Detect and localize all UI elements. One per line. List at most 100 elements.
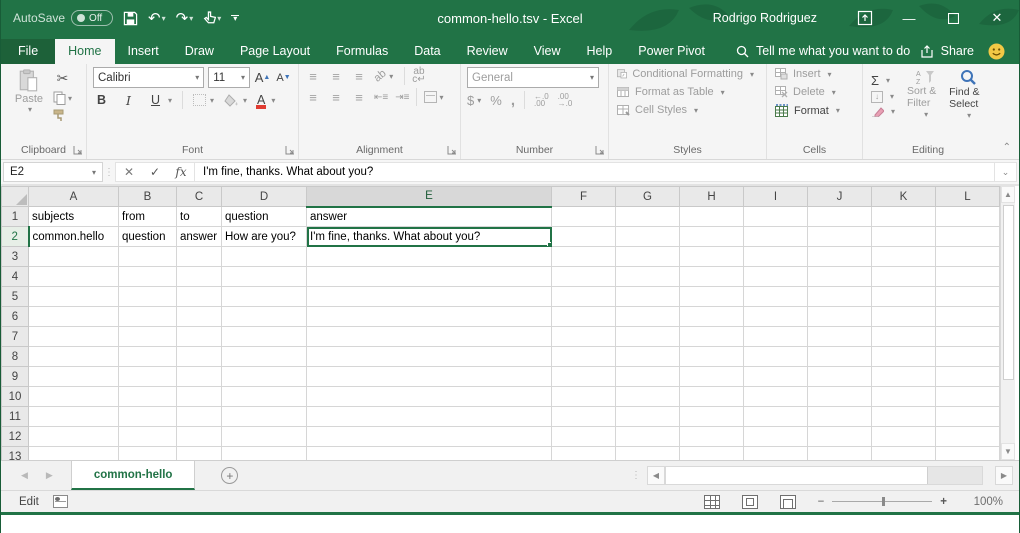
- format-cells-button[interactable]: Format▾: [775, 104, 850, 117]
- tab-insert[interactable]: Insert: [115, 39, 172, 64]
- cell-empty[interactable]: [307, 387, 552, 407]
- user-account-name[interactable]: Rodrigo Rodriguez: [713, 11, 817, 25]
- cell-empty[interactable]: [936, 207, 1000, 227]
- cell-empty[interactable]: [177, 387, 222, 407]
- cell-empty[interactable]: [744, 287, 808, 307]
- increase-indent-button[interactable]: ⇥≡: [395, 92, 409, 103]
- cell-empty[interactable]: [744, 247, 808, 267]
- cell-empty[interactable]: [808, 427, 872, 447]
- cell-empty[interactable]: [808, 387, 872, 407]
- cell-empty[interactable]: [680, 247, 744, 267]
- cell-empty[interactable]: [119, 267, 177, 287]
- cell-empty[interactable]: [552, 207, 616, 227]
- increase-font-size-button[interactable]: A▲: [254, 69, 271, 87]
- cell-empty[interactable]: [307, 367, 552, 387]
- row-header-2[interactable]: 2: [2, 227, 29, 247]
- zoom-percentage[interactable]: 100%: [969, 496, 1003, 508]
- macro-record-icon[interactable]: [53, 495, 68, 508]
- col-header-d[interactable]: D: [222, 187, 307, 207]
- cell-empty[interactable]: [872, 387, 936, 407]
- cell-empty[interactable]: [177, 247, 222, 267]
- cell-empty[interactable]: [552, 447, 616, 461]
- cell-empty[interactable]: [744, 227, 808, 247]
- cell-empty[interactable]: [29, 447, 119, 461]
- cell-e2-active[interactable]: I'm fine, thanks. What about you?: [307, 227, 552, 247]
- cell-empty[interactable]: [616, 367, 680, 387]
- cell-empty[interactable]: [872, 447, 936, 461]
- cell-empty[interactable]: [872, 367, 936, 387]
- cell-empty[interactable]: [808, 227, 872, 247]
- autosave-control[interactable]: AutoSave Off: [13, 10, 113, 26]
- cell-empty[interactable]: [808, 287, 872, 307]
- cell-empty[interactable]: [222, 287, 307, 307]
- cell-empty[interactable]: [872, 247, 936, 267]
- cell-empty[interactable]: [744, 347, 808, 367]
- cell-empty[interactable]: [808, 407, 872, 427]
- cell-empty[interactable]: [680, 387, 744, 407]
- cell-empty[interactable]: [552, 387, 616, 407]
- cell-empty[interactable]: [680, 207, 744, 227]
- cell-empty[interactable]: [872, 427, 936, 447]
- tell-me-box[interactable]: Tell me what you want to do: [736, 44, 910, 64]
- cell-a2[interactable]: common.hello: [29, 227, 119, 247]
- insert-function-button[interactable]: fx: [168, 165, 194, 179]
- normal-view-button[interactable]: [704, 495, 720, 509]
- cell-empty[interactable]: [222, 307, 307, 327]
- clear-button[interactable]: ▾: [871, 106, 895, 117]
- fill-button[interactable]: ↓▾: [871, 91, 895, 103]
- cell-empty[interactable]: [222, 367, 307, 387]
- cell-empty[interactable]: [872, 347, 936, 367]
- italic-button[interactable]: I: [120, 91, 137, 109]
- col-header-e[interactable]: E: [307, 187, 552, 207]
- cell-empty[interactable]: [307, 427, 552, 447]
- cell-empty[interactable]: [872, 307, 936, 327]
- comma-style-button[interactable]: ,: [511, 92, 515, 109]
- cell-empty[interactable]: [29, 387, 119, 407]
- fill-color-button[interactable]: [224, 94, 239, 107]
- top-align-button[interactable]: ≡: [305, 73, 321, 80]
- touch-mode-dropdown-icon[interactable]: ▾: [217, 14, 221, 23]
- cell-empty[interactable]: [222, 247, 307, 267]
- clipboard-dialog-launcher[interactable]: [73, 145, 83, 155]
- cell-empty[interactable]: [177, 267, 222, 287]
- cancel-entry-button[interactable]: ✕: [116, 165, 142, 179]
- cell-empty[interactable]: [119, 407, 177, 427]
- horizontal-scrollbar[interactable]: ◀ ▶: [647, 465, 1013, 486]
- tab-help[interactable]: Help: [574, 39, 626, 64]
- cell-empty[interactable]: [177, 347, 222, 367]
- enter-entry-button[interactable]: ✓: [142, 165, 168, 179]
- cell-empty[interactable]: [680, 447, 744, 461]
- tab-review[interactable]: Review: [454, 39, 521, 64]
- cell-empty[interactable]: [744, 447, 808, 461]
- cell-empty[interactable]: [872, 267, 936, 287]
- cell-empty[interactable]: [744, 367, 808, 387]
- cell-empty[interactable]: [29, 327, 119, 347]
- cell-empty[interactable]: [177, 407, 222, 427]
- row-header-6[interactable]: 6: [2, 307, 29, 327]
- col-header-b[interactable]: B: [119, 187, 177, 207]
- cell-empty[interactable]: [119, 427, 177, 447]
- col-header-i[interactable]: I: [744, 187, 808, 207]
- conditional-formatting-button[interactable]: Conditional Formatting▾: [617, 68, 754, 80]
- cell-empty[interactable]: [29, 307, 119, 327]
- cell-empty[interactable]: [29, 367, 119, 387]
- row-header-5[interactable]: 5: [2, 287, 29, 307]
- fill-color-dropdown-icon[interactable]: ▾: [243, 96, 247, 105]
- percent-style-button[interactable]: %: [490, 93, 502, 108]
- tab-power-pivot[interactable]: Power Pivot: [625, 39, 718, 64]
- cell-empty[interactable]: [552, 407, 616, 427]
- new-sheet-button[interactable]: +: [195, 461, 264, 490]
- cell-c2[interactable]: answer: [177, 227, 222, 247]
- cell-empty[interactable]: [552, 307, 616, 327]
- cell-empty[interactable]: [552, 247, 616, 267]
- redo-dropdown-icon[interactable]: ▾: [189, 14, 193, 23]
- cell-empty[interactable]: [680, 267, 744, 287]
- cell-empty[interactable]: [552, 427, 616, 447]
- cut-button[interactable]: ✂: [53, 69, 72, 87]
- row-header-9[interactable]: 9: [2, 367, 29, 387]
- cell-empty[interactable]: [808, 307, 872, 327]
- find-select-button[interactable]: Find & Select▾: [949, 67, 987, 122]
- row-header-7[interactable]: 7: [2, 327, 29, 347]
- align-left-button[interactable]: ≡: [305, 93, 321, 102]
- page-break-preview-button[interactable]: [780, 495, 796, 509]
